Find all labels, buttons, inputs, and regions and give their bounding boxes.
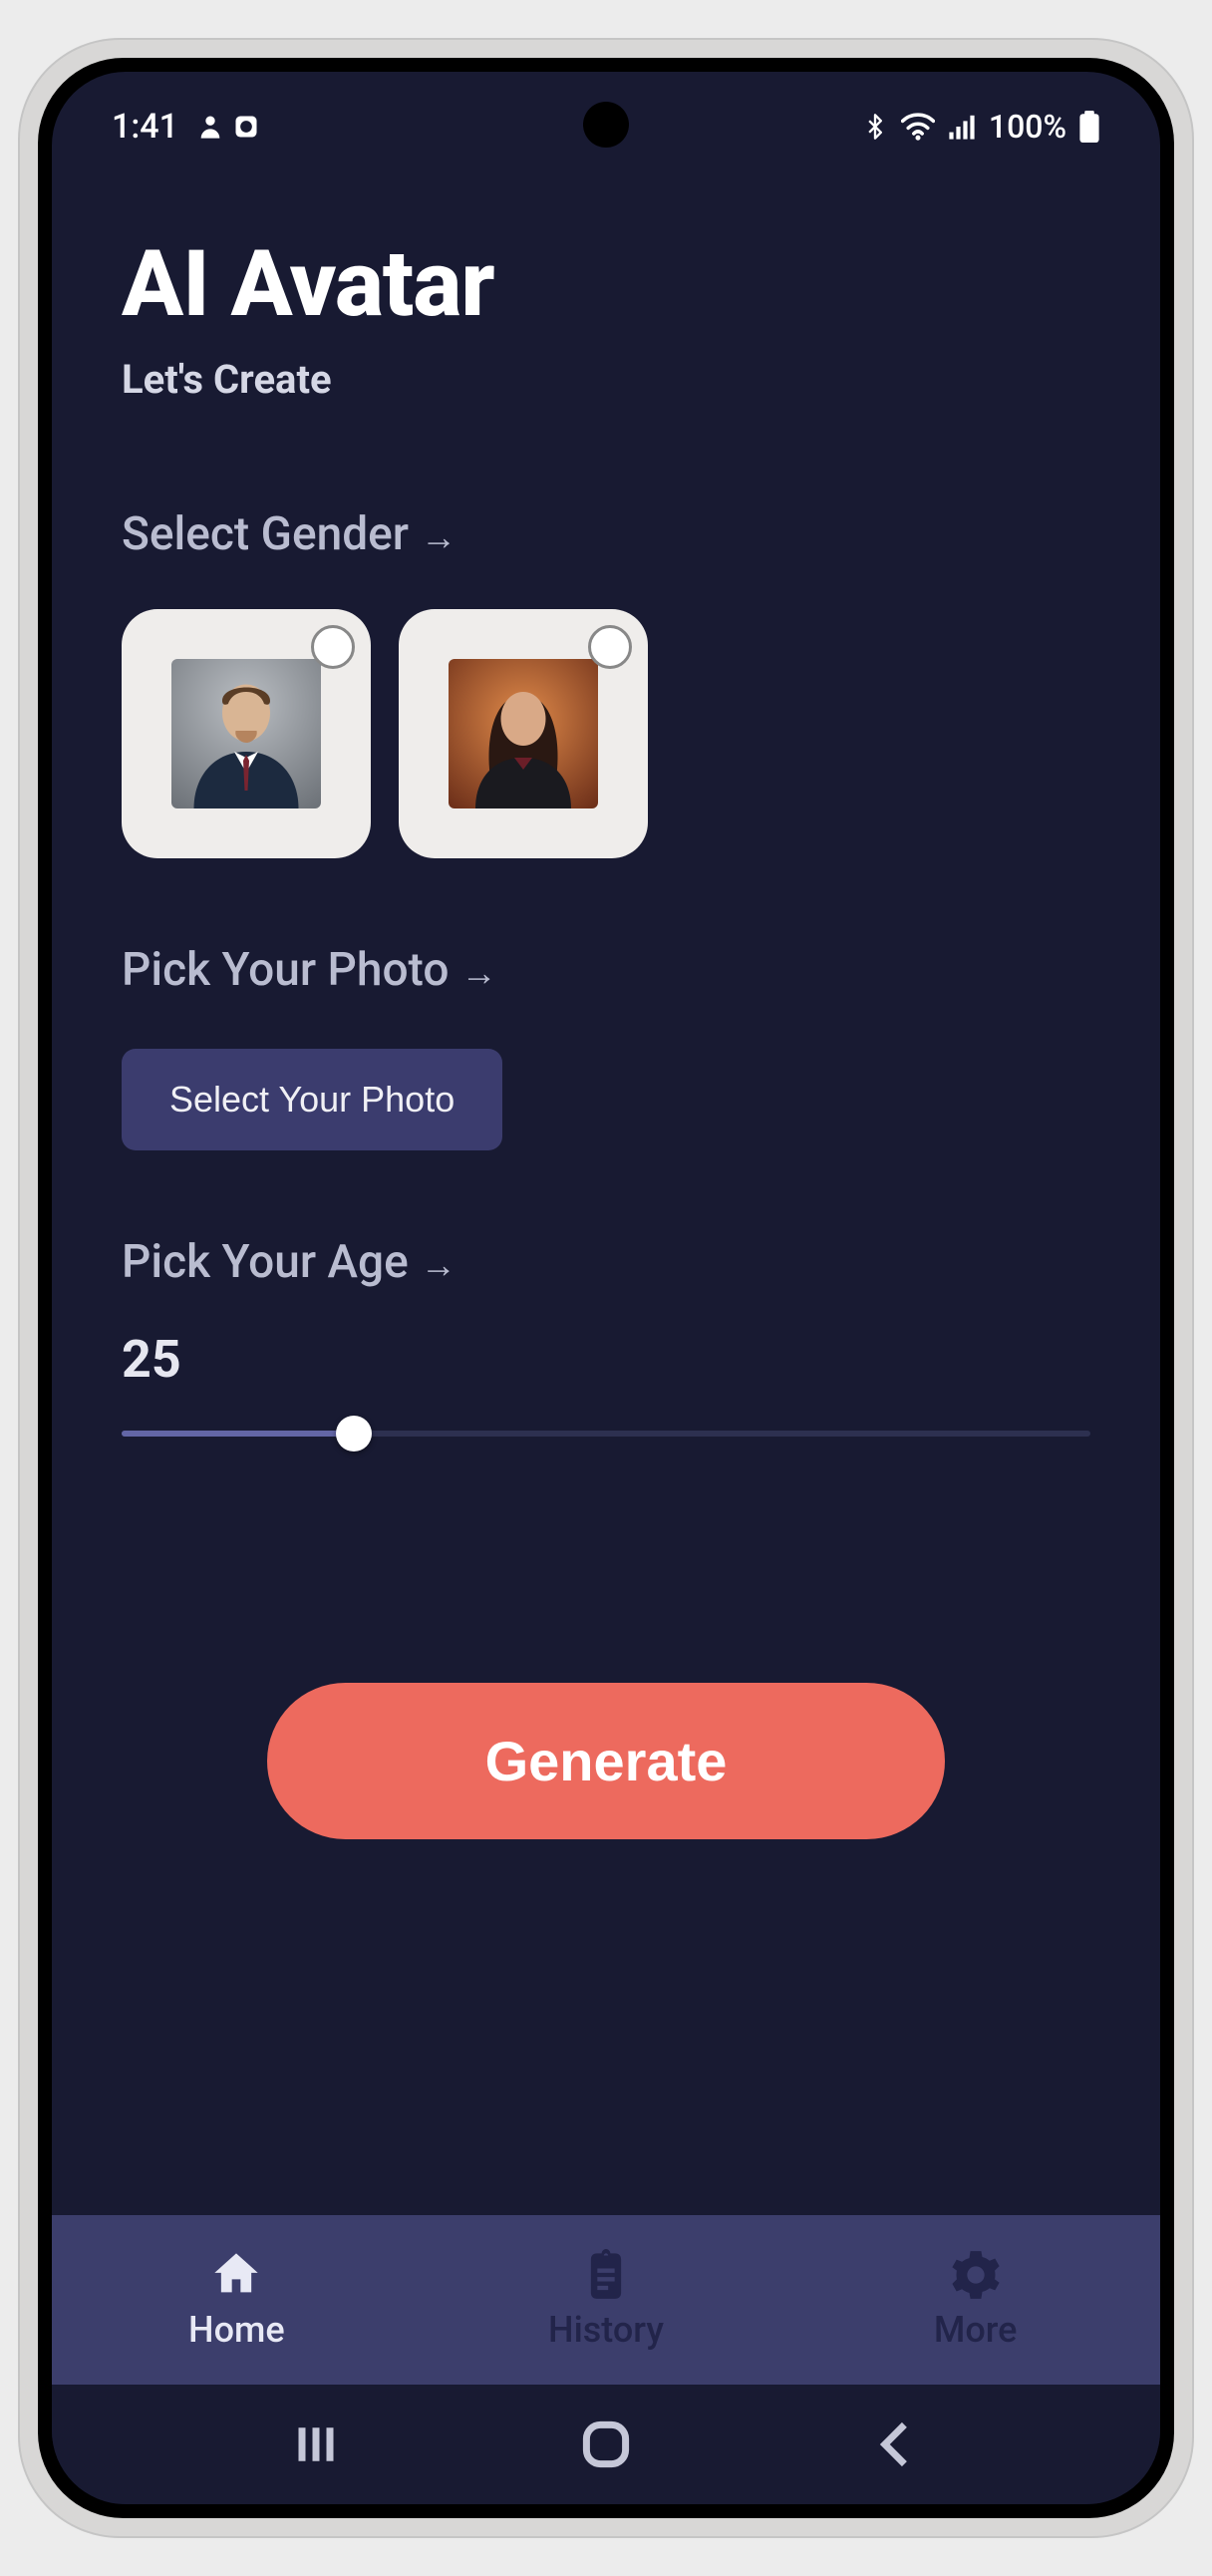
generate-button[interactable]: Generate (267, 1683, 945, 1839)
home-system-icon (578, 2416, 634, 2472)
nav-more-label: More (934, 2309, 1018, 2351)
nav-home-label: Home (188, 2309, 285, 2351)
nav-history-label: History (548, 2309, 664, 2351)
camera-punch-hole (583, 102, 629, 148)
female-portrait (449, 659, 598, 808)
back-button[interactable] (868, 2416, 924, 2472)
arrow-right-icon: → (421, 516, 456, 558)
page-title: AI Avatar (122, 231, 1090, 338)
phone-frame: 1:41 100% AI Avatar Let's Create (20, 40, 1192, 2536)
home-button[interactable] (578, 2416, 634, 2472)
page-subtitle: Let's Create (122, 356, 1090, 403)
select-photo-button[interactable]: Select Your Photo (122, 1049, 502, 1150)
arrow-right-icon: → (421, 1244, 456, 1286)
status-left-icons (196, 113, 260, 141)
male-portrait (171, 659, 321, 808)
gender-option-female[interactable] (399, 609, 648, 858)
gear-icon (950, 2249, 1002, 2301)
section-gender: Select Gender → (122, 507, 1090, 858)
screen: 1:41 100% AI Avatar Let's Create (52, 72, 1160, 2504)
bluetooth-icon (861, 113, 889, 141)
photo-label: Pick Your Photo (122, 943, 449, 997)
notification-icon (196, 113, 224, 141)
age-label-row: Pick Your Age → (122, 1235, 1090, 1289)
age-label: Pick Your Age (122, 1235, 409, 1289)
nav-more[interactable]: More (790, 2215, 1160, 2385)
battery-icon (1078, 111, 1100, 143)
gender-label-row: Select Gender → (122, 507, 1090, 561)
gender-option-male[interactable] (122, 609, 371, 858)
gender-options (122, 609, 1090, 858)
slider-track (122, 1431, 1090, 1437)
recents-button[interactable] (288, 2416, 344, 2472)
section-photo: Pick Your Photo → Select Your Photo (122, 943, 1090, 1150)
slider-thumb[interactable] (336, 1416, 372, 1451)
phone-bezel: 1:41 100% AI Avatar Let's Create (38, 58, 1174, 2518)
person-female-icon (449, 659, 598, 808)
app-badge-icon (232, 113, 260, 141)
bottom-nav: Home History More (52, 2215, 1160, 2385)
age-slider[interactable] (122, 1414, 1090, 1453)
person-male-icon (171, 659, 321, 808)
radio-indicator (311, 625, 355, 669)
nav-history[interactable]: History (422, 2215, 791, 2385)
home-icon (210, 2249, 262, 2301)
nav-home[interactable]: Home (52, 2215, 422, 2385)
clipboard-icon (580, 2249, 632, 2301)
arrow-right-icon: → (460, 952, 496, 994)
main-content: AI Avatar Let's Create Select Gender → (52, 161, 1160, 2215)
signal-icon (947, 113, 977, 141)
slider-fill (122, 1431, 354, 1437)
status-time: 1:41 (112, 107, 178, 147)
back-icon (868, 2416, 924, 2472)
gender-label: Select Gender (122, 507, 409, 561)
photo-label-row: Pick Your Photo → (122, 943, 1090, 997)
battery-percent: 100% (989, 108, 1066, 146)
section-age: Pick Your Age → 25 (122, 1235, 1090, 1453)
wifi-icon (901, 113, 935, 141)
age-value: 25 (122, 1329, 1090, 1390)
system-nav-bar (52, 2385, 1160, 2504)
recents-icon (288, 2416, 344, 2472)
radio-indicator (588, 625, 632, 669)
